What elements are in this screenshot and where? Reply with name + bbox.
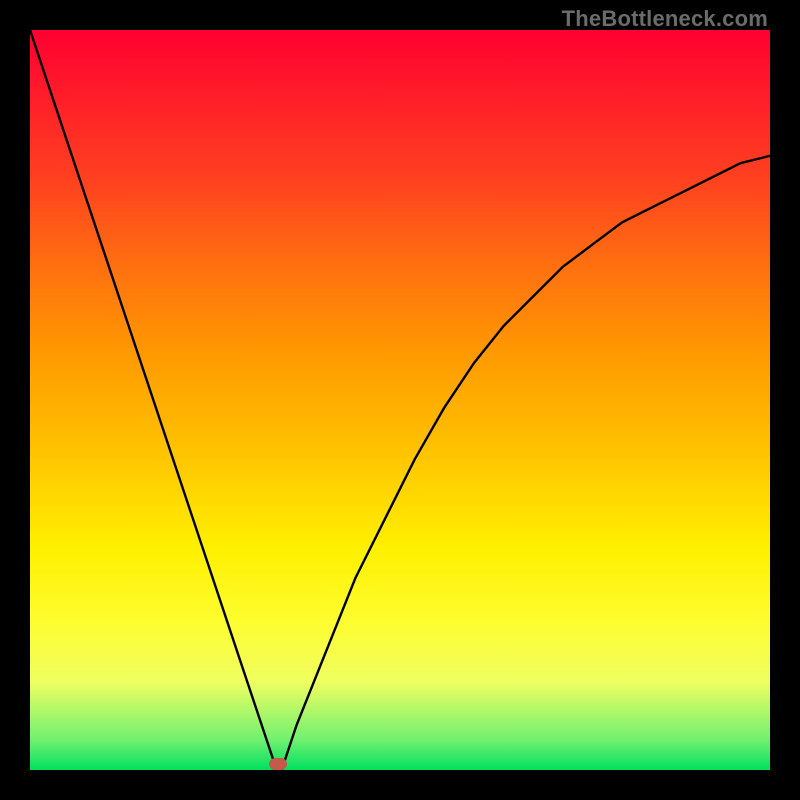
plot-area xyxy=(30,30,770,770)
curve-svg xyxy=(30,30,770,770)
watermark-text: TheBottleneck.com xyxy=(562,6,768,32)
bottleneck-curve xyxy=(30,30,770,770)
chart-frame: TheBottleneck.com xyxy=(0,0,800,800)
minimum-marker xyxy=(269,758,287,770)
